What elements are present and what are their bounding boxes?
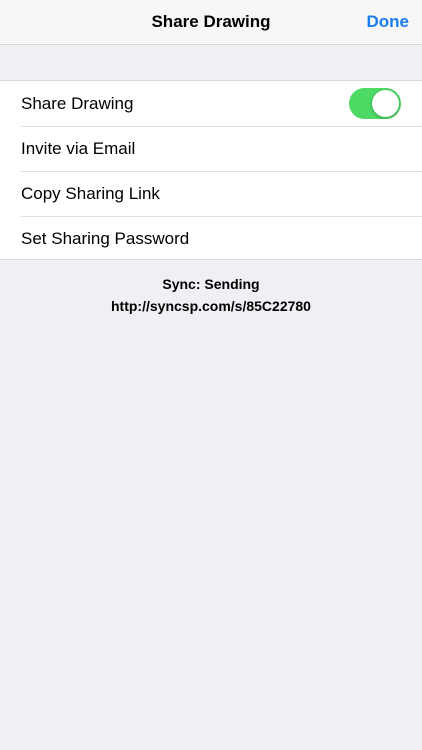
sharing-options-list: Share Drawing Invite via Email Copy Shar…: [0, 80, 422, 260]
invite-via-email-label: Invite via Email: [21, 139, 136, 158]
copy-sharing-link-label: Copy Sharing Link: [21, 184, 160, 203]
done-button[interactable]: Done: [367, 12, 410, 32]
set-sharing-password-row[interactable]: Set Sharing Password: [0, 216, 422, 261]
navigation-bar: Share Drawing Done: [0, 0, 422, 45]
set-sharing-password-label: Set Sharing Password: [21, 229, 190, 248]
page-title: Share Drawing: [151, 12, 271, 31]
share-drawing-row: Share Drawing: [0, 81, 422, 126]
share-drawing-toggle[interactable]: [349, 88, 401, 119]
invite-via-email-row[interactable]: Invite via Email: [0, 126, 422, 171]
share-drawing-label: Share Drawing: [21, 94, 134, 113]
toggle-knob: [372, 90, 399, 117]
copy-sharing-link-row[interactable]: Copy Sharing Link: [0, 171, 422, 216]
share-url: http://syncsp.com/s/85C22780: [111, 298, 311, 314]
sync-status: Sync: Sending: [162, 276, 260, 292]
sync-footer: Sync: Sending http://syncsp.com/s/85C227…: [0, 273, 422, 317]
